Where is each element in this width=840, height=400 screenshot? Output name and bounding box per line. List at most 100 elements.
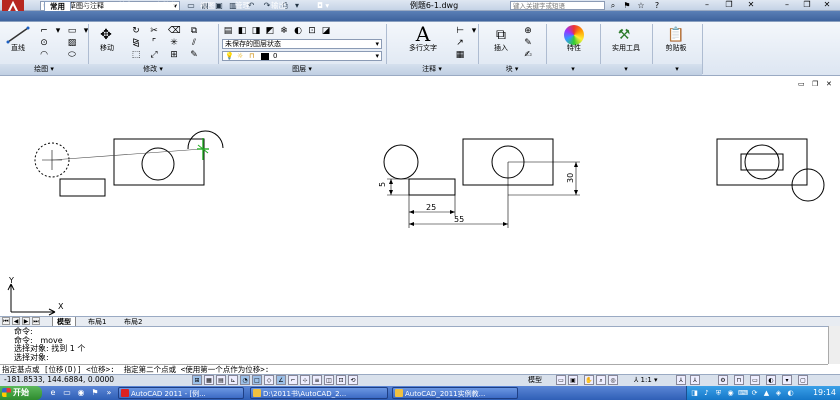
quicklaunch-ie-icon[interactable]: e	[48, 388, 58, 398]
communication-center-icon[interactable]: ⚑	[622, 0, 632, 11]
quick-access-dropdown-icon[interactable]: ▾	[292, 1, 302, 10]
layer-state-icon[interactable]: ◧	[236, 26, 248, 36]
tray-autocad-icon[interactable]: ▲	[762, 388, 771, 398]
create-block-icon[interactable]: ⊕	[522, 26, 534, 36]
doc-close-button[interactable]: ✕	[820, 0, 834, 10]
quicklaunch-app-icon[interactable]: ⚑	[90, 388, 100, 398]
hatch-icon[interactable]: ▨	[66, 38, 78, 48]
minimize-button[interactable]: –	[700, 0, 714, 10]
start-button[interactable]: 开始	[0, 386, 42, 400]
right-inner-rectangle[interactable]	[740, 153, 784, 171]
snap-mode-icon[interactable]: ▦	[204, 375, 214, 385]
quicklaunch-media-icon[interactable]: ◉	[76, 388, 86, 398]
hardware-acceleration-icon[interactable]: ▭	[750, 375, 760, 385]
circle-icon[interactable]: ⊙	[38, 38, 50, 48]
transparency-icon[interactable]: ◫	[324, 375, 334, 385]
tray-misc-icon[interactable]: ◈	[774, 388, 783, 398]
layer-unisolate-icon[interactable]: ◩	[264, 26, 276, 36]
object-snap-tracking-icon[interactable]: ∠	[276, 375, 286, 385]
tray-network-icon[interactable]: ◨	[690, 388, 699, 398]
taskbar-item-folder-2[interactable]: AutoCAD_2011实例教...	[392, 387, 518, 399]
layer-isolate-icon[interactable]: ◨	[250, 26, 262, 36]
block-panel-title[interactable]: 块 ▾	[478, 64, 546, 75]
clipboard-panel-title[interactable]: ▾	[652, 64, 702, 75]
linear-dimension-icon[interactable]: ⊢	[454, 26, 466, 36]
layer-off-icon[interactable]: ◐	[292, 26, 304, 36]
annotation-panel-title[interactable]: 注释 ▾	[386, 64, 478, 75]
quick-view-layouts-icon[interactable]: ▭	[556, 375, 566, 385]
move-button-label[interactable]: 移动	[92, 44, 122, 53]
layer-freeze-icon[interactable]: ❄	[278, 26, 290, 36]
draw-panel-title[interactable]: 绘图 ▾	[0, 64, 88, 75]
properties-color-wheel-icon[interactable]	[564, 25, 584, 45]
lineweight-icon[interactable]: ≡	[312, 375, 322, 385]
edit-polyline-icon[interactable]: ✎	[188, 50, 200, 60]
quick-view-drawings-icon[interactable]: ▣	[568, 375, 578, 385]
line-icon[interactable]	[6, 26, 30, 44]
ortho-mode-icon[interactable]: ⊾	[228, 375, 238, 385]
erase-icon[interactable]: ⌫	[168, 26, 181, 36]
annotation-visibility-icon[interactable]: ⅄	[676, 375, 686, 385]
quick-properties-icon[interactable]: ⊡	[336, 375, 346, 385]
tab-annotate[interactable]: 注释	[114, 1, 139, 11]
fillet-icon[interactable]: ⌜	[148, 38, 160, 48]
tab-manage[interactable]: 管理	[230, 1, 255, 11]
pan-icon[interactable]: ✋	[584, 375, 594, 385]
selection-cycling-icon[interactable]: ⟲	[348, 375, 358, 385]
utilities-icon[interactable]: ⚒	[614, 26, 634, 44]
quicklaunch-desktop-icon[interactable]: ▭	[62, 388, 72, 398]
insert-button-label[interactable]: 插入	[486, 44, 516, 53]
doc-minimize-button[interactable]: –	[780, 0, 794, 10]
polyline-icon[interactable]: ⌐	[38, 26, 50, 36]
properties-panel-title[interactable]: ▾	[546, 64, 600, 75]
dynamic-input-icon[interactable]: ⊹	[300, 375, 310, 385]
steering-wheel-icon[interactable]: ◎	[608, 375, 618, 385]
leader-icon[interactable]: ↗	[454, 38, 466, 48]
viewport-restore-icon[interactable]: ❐	[812, 80, 818, 88]
ellipse-icon[interactable]: ⬭	[66, 50, 78, 60]
tray-update-icon[interactable]: ⟳	[750, 388, 759, 398]
rectangle-icon[interactable]: ▭	[66, 26, 78, 36]
viewport-minimize-icon[interactable]: ▭	[798, 80, 805, 88]
line-button-label[interactable]: 直线	[4, 44, 32, 53]
search-icon[interactable]: ⌕	[608, 0, 618, 11]
search-input[interactable]: 键入关键字或短语	[510, 1, 605, 10]
tab-output[interactable]: 输出	[266, 1, 291, 11]
large-rectangle[interactable]	[113, 138, 205, 186]
utilities-label[interactable]: 实用工具	[604, 44, 648, 53]
command-scrollbar[interactable]	[828, 326, 840, 364]
explode-icon[interactable]: ✳	[168, 38, 180, 48]
clean-screen-icon[interactable]: ▢	[798, 375, 808, 385]
tab-parametric[interactable]: 参数化	[150, 1, 183, 11]
right-inner-circle[interactable]	[744, 144, 780, 180]
coordinate-readout[interactable]: -181.8533, 144.6884, 0.0000	[4, 374, 114, 386]
trim-icon[interactable]: ✂	[148, 26, 160, 36]
middle-small-rectangle[interactable]	[408, 178, 456, 196]
middle-object-group[interactable]	[383, 138, 580, 228]
tray-volume-icon[interactable]: ♪	[702, 388, 711, 398]
tray-misc-icon[interactable]: ◐	[786, 388, 795, 398]
small-rectangle[interactable]	[59, 178, 106, 197]
current-layer-dropdown[interactable]: 💡 ☼ ⊓ 0 ▾	[222, 51, 382, 61]
zoom-icon[interactable]: ⌕	[596, 375, 606, 385]
middle-left-circle[interactable]	[383, 144, 419, 180]
stretch-icon[interactable]: ⬚	[130, 50, 142, 60]
taskbar-item-autocad[interactable]: AutoCAD 2011 - [例...	[118, 387, 244, 399]
taskbar-item-folder[interactable]: D:\2011书\AutoCAD_2...	[250, 387, 388, 399]
3d-object-snap-icon[interactable]: ◇	[264, 375, 274, 385]
layer-properties-icon[interactable]: ▤	[222, 26, 234, 36]
polar-tracking-icon[interactable]: ◔	[240, 375, 250, 385]
left-object-group[interactable]	[34, 130, 224, 197]
grid-display-icon[interactable]: ▤	[216, 375, 226, 385]
auto-scale-icon[interactable]: ⅄	[690, 375, 700, 385]
status-bar-menu-icon[interactable]: ▾	[782, 375, 792, 385]
layer-match-icon[interactable]: ◪	[320, 26, 332, 36]
tray-app-icon[interactable]: ◉	[726, 388, 735, 398]
model-space-label[interactable]: 模型	[528, 374, 542, 386]
object-snap-icon[interactable]: □	[252, 375, 262, 385]
dynamic-ucs-icon[interactable]: ⌐	[288, 375, 298, 385]
layers-panel-title[interactable]: 图层 ▾	[218, 64, 386, 75]
annotation-scale-label[interactable]: ⅄ 1:1 ▾	[634, 374, 658, 386]
right-object-group[interactable]	[716, 138, 825, 202]
utilities-panel-title[interactable]: ▾	[600, 64, 652, 75]
